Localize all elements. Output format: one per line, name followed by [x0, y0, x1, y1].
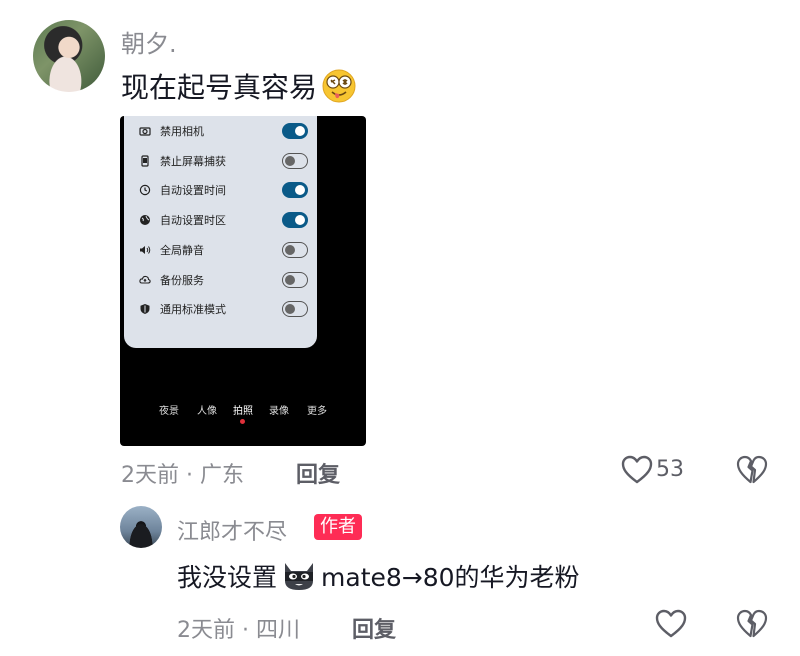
camera-mode-item[interactable]: 更多 — [307, 402, 327, 417]
comment-text-row: 现在起号真容易 — [121, 66, 357, 106]
camera-mode-item[interactable]: 拍照 — [233, 402, 253, 417]
active-mode-dot-icon — [240, 419, 245, 424]
setting-toggle[interactable] — [282, 153, 308, 169]
reply-like-heart-icon[interactable] — [654, 608, 688, 640]
setting-row[interactable]: 禁用相机 — [124, 121, 317, 141]
reply-username[interactable]: 江郎才不尽 — [177, 514, 287, 546]
setting-toggle[interactable] — [282, 242, 308, 258]
setting-label: 自动设置时区 — [160, 214, 226, 227]
setting-label: 备份服务 — [160, 274, 204, 287]
toggle-knob — [295, 215, 305, 225]
setting-label: 禁用相机 — [160, 125, 204, 138]
reply-button[interactable]: 回复 — [296, 457, 340, 489]
setting-row[interactable]: 通用标准模式 — [124, 299, 317, 319]
comment-time-location: 2天前 · 广东 — [121, 463, 244, 488]
clock-icon — [136, 184, 154, 196]
setting-toggle[interactable] — [282, 272, 308, 288]
volume-icon — [136, 244, 154, 256]
comment-username[interactable]: 朝夕. — [121, 24, 177, 59]
toggle-knob — [295, 126, 305, 136]
globe-icon — [136, 214, 154, 226]
setting-toggle[interactable] — [282, 301, 308, 317]
reply-user-avatar[interactable] — [120, 506, 162, 548]
setting-row[interactable]: 自动设置时区 — [124, 210, 317, 230]
settings-panel: 禁用相机禁止屏幕捕获 自动设置时间 自动设置时区 全局静音备份服务通用标准模式 — [124, 116, 317, 348]
setting-toggle[interactable] — [282, 182, 308, 198]
camera-mode-item[interactable]: 夜景 — [159, 402, 179, 417]
setting-label: 自动设置时间 — [160, 184, 226, 197]
toggle-knob — [295, 185, 305, 195]
reply-to-reply-button[interactable]: 回复 — [352, 612, 396, 644]
reply-time-location: 2天前 · 四川 — [177, 618, 300, 643]
like-heart-icon[interactable] — [620, 454, 654, 486]
toggle-knob — [285, 245, 295, 255]
cloud-backup-icon — [136, 274, 154, 286]
setting-label: 通用标准模式 — [160, 303, 226, 316]
toggle-knob — [285, 156, 295, 166]
shield-icon — [136, 303, 154, 315]
author-badge: 作者 — [314, 514, 362, 540]
comment-text: 现在起号真容易 — [121, 71, 318, 104]
setting-label: 禁止屏幕捕获 — [160, 155, 226, 168]
setting-toggle[interactable] — [282, 123, 308, 139]
toggle-knob — [285, 304, 295, 314]
setting-row[interactable]: 全局静音 — [124, 240, 317, 260]
toggle-knob — [285, 275, 295, 285]
user-avatar[interactable] — [33, 20, 105, 92]
like-count: 53 — [656, 457, 684, 482]
reply-text-row: 我没设置 mate8→80的华为老粉 — [177, 558, 580, 594]
setting-toggle[interactable] — [282, 212, 308, 228]
setting-row[interactable]: 自动设置时间 — [124, 180, 317, 200]
setting-row[interactable]: 禁止屏幕捕获 — [124, 151, 317, 171]
phone-icon — [136, 155, 154, 167]
drooling-face-emoji-icon — [321, 68, 357, 104]
camera-mode-item[interactable]: 人像 — [197, 402, 217, 417]
setting-row[interactable]: 备份服务 — [124, 270, 317, 290]
ninja-cat-emoji-icon — [279, 559, 319, 593]
camera-icon — [136, 125, 154, 137]
camera-mode-item[interactable]: 录像 — [269, 402, 289, 417]
reply-text-after: mate8→80的华为老粉 — [321, 563, 580, 592]
setting-label: 全局静音 — [160, 244, 204, 257]
dislike-broken-heart-icon[interactable] — [735, 454, 769, 486]
attached-screenshot-image[interactable]: 禁用相机禁止屏幕捕获 自动设置时间 自动设置时区 全局静音备份服务通用标准模式 夜景 人… — [120, 116, 366, 446]
reply-text-before: 我没设置 — [177, 563, 278, 592]
reply-dislike-broken-heart-icon[interactable] — [735, 608, 769, 640]
